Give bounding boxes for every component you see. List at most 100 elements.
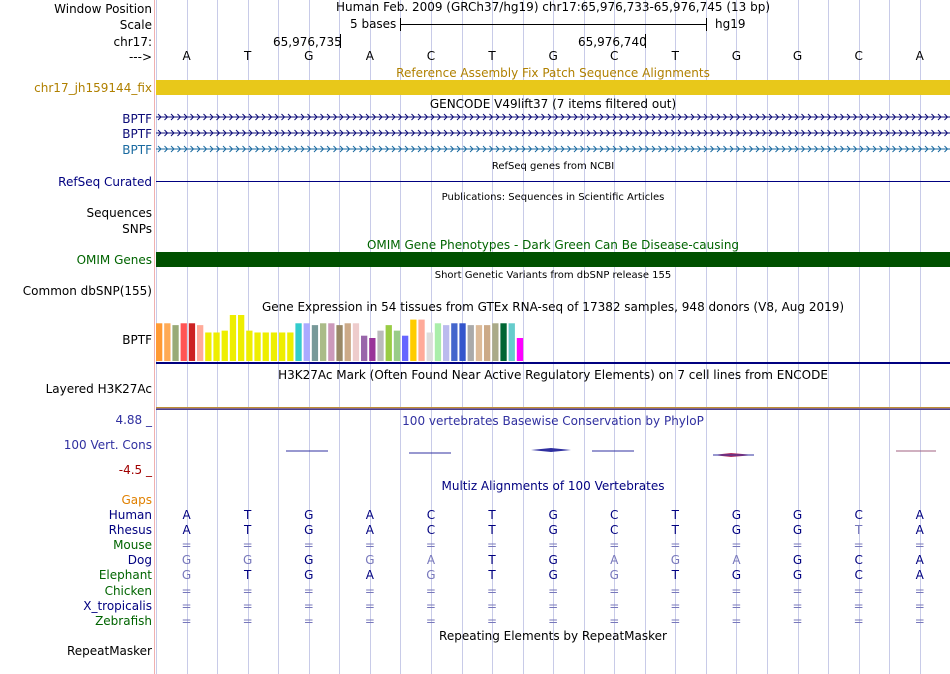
gtex-tissue-bar — [467, 325, 474, 361]
gtex-tissue-bar — [508, 323, 515, 361]
gtex-tissue-bar — [393, 330, 401, 361]
aligned-base: = — [181, 598, 192, 613]
repeatmasker-track-label[interactable]: RepeatMasker — [67, 644, 152, 658]
label-column-separator — [154, 0, 155, 674]
species-label[interactable]: Human — [109, 508, 152, 522]
publications-snps-label[interactable]: SNPs — [122, 222, 152, 236]
base-letter: C — [426, 49, 436, 63]
gtex-tissue-bar — [426, 332, 433, 361]
gtex-tissue-bar — [418, 319, 425, 361]
aligned-base: = — [303, 598, 314, 613]
h3k27ac-signal-baseline[interactable] — [156, 407, 950, 410]
species-label[interactable]: Elephant — [99, 568, 152, 582]
aligned-base: = — [914, 613, 925, 628]
gtex-tissue-bar — [156, 323, 163, 361]
aligned-base: A — [610, 553, 619, 568]
aligned-base: = — [609, 613, 620, 628]
aligned-base: G — [181, 568, 192, 583]
aligned-base: = — [425, 583, 436, 598]
aligned-base: = — [425, 613, 436, 628]
aligned-base: A — [365, 523, 374, 538]
h3k27ac-track-label[interactable]: Layered H3K27Ac — [46, 382, 152, 396]
phylop-conservation-plot[interactable] — [156, 440, 950, 464]
assembly-position-text: Human Feb. 2009 (GRCh37/hg19) chr17:65,9… — [335, 0, 770, 14]
gencode-transcripts[interactable] — [156, 112, 950, 157]
gtex-tissue-bar — [402, 335, 409, 361]
aligned-base: T — [243, 508, 252, 522]
aligned-base: = — [487, 598, 498, 613]
aligned-base: A — [732, 553, 741, 568]
aligned-base: A — [915, 553, 924, 568]
aligned-base: G — [304, 508, 314, 522]
fix-patch-alignment-bar[interactable] — [156, 80, 950, 95]
aligned-base: = — [487, 583, 498, 598]
species-label[interactable]: Dog — [128, 553, 152, 567]
aligned-base: A — [426, 553, 436, 568]
gtex-tissue-bar — [287, 332, 294, 361]
aligned-base: = — [853, 598, 864, 613]
gtex-tissue-bar — [303, 323, 310, 361]
aligned-base: T — [671, 508, 680, 522]
dbsnp-track-label[interactable]: Common dbSNP(155) — [23, 284, 152, 298]
aligned-base: C — [854, 568, 863, 583]
gtex-tissue-bar — [188, 323, 196, 361]
gtex-expression-bars[interactable] — [156, 314, 556, 362]
species-label[interactable]: Chicken — [105, 584, 152, 598]
omim-track-label[interactable]: OMIM Genes — [77, 253, 152, 267]
multiz-gaps-label[interactable]: Gaps — [121, 493, 152, 507]
aligned-base: G — [731, 508, 742, 522]
aligned-base: G — [304, 568, 314, 583]
aligned-base: G — [304, 553, 314, 568]
gtex-tissue-bar — [352, 323, 360, 361]
refseq-track-label[interactable]: RefSeq Curated — [58, 175, 152, 189]
refseq-transcript-line[interactable] — [156, 181, 950, 182]
base-letter: A — [182, 49, 191, 63]
omim-phenotype-bar[interactable] — [156, 252, 950, 267]
gtex-tissue-bar — [221, 330, 228, 361]
species-label[interactable]: Mouse — [113, 538, 152, 552]
gtex-track-label[interactable]: BPTF — [122, 333, 152, 347]
species-label[interactable]: Rhesus — [109, 523, 152, 537]
gtex-tissue-bar — [295, 323, 302, 361]
aligned-base: = — [364, 583, 375, 598]
position-tick — [645, 34, 646, 48]
species-label[interactable]: Zebrafish — [95, 614, 152, 628]
aligned-base: = — [487, 538, 498, 553]
aligned-base: = — [181, 583, 192, 598]
aligned-base: = — [242, 598, 253, 613]
aligned-base: C — [854, 508, 863, 522]
aligned-base: = — [364, 538, 375, 553]
gencode-gene-label[interactable]: BPTF — [122, 143, 152, 157]
fix-patch-track-label[interactable]: chr17_jh159144_fix — [34, 81, 152, 95]
gtex-track-title: Gene Expression in 54 tissues from GTEx … — [261, 300, 845, 314]
publications-sequences-label[interactable]: Sequences — [87, 206, 152, 220]
aligned-base: T — [243, 568, 252, 583]
aligned-base: G — [670, 553, 680, 568]
base-letter: G — [304, 49, 314, 63]
species-label[interactable]: X_tropicalis — [83, 599, 152, 613]
aligned-base: = — [670, 598, 681, 613]
gtex-tissue-bar — [516, 338, 524, 361]
phylop-track-label[interactable]: 100 Vert. Cons — [64, 438, 152, 452]
gtex-tissue-bar — [229, 315, 237, 361]
gencode-track-title: GENCODE V49lift37 (7 items filtered out) — [429, 97, 677, 111]
aligned-base: T — [488, 553, 496, 568]
aligned-base: C — [610, 523, 619, 538]
aligned-base: = — [914, 598, 925, 613]
base-letter: G — [731, 49, 742, 63]
strand-arrow-label[interactable]: ---> — [129, 50, 152, 64]
aligned-base: = — [181, 538, 192, 553]
refseq-track-title: RefSeq genes from NCBI — [491, 161, 615, 172]
aligned-base: = — [548, 538, 559, 553]
gencode-gene-label[interactable]: BPTF — [122, 112, 152, 126]
gtex-tissue-bar — [484, 325, 491, 361]
aligned-base: T — [488, 523, 496, 538]
gencode-gene-label[interactable]: BPTF — [122, 127, 152, 141]
aligned-base: G — [792, 553, 803, 568]
aligned-base: = — [609, 598, 620, 613]
scale-text: 5 bases — [350, 17, 397, 31]
gtex-tissue-bar — [320, 323, 327, 361]
phylop-max-value: 4.88 _ — [115, 413, 152, 427]
gtex-tissue-bar — [238, 315, 245, 361]
aligned-base: = — [792, 613, 803, 628]
